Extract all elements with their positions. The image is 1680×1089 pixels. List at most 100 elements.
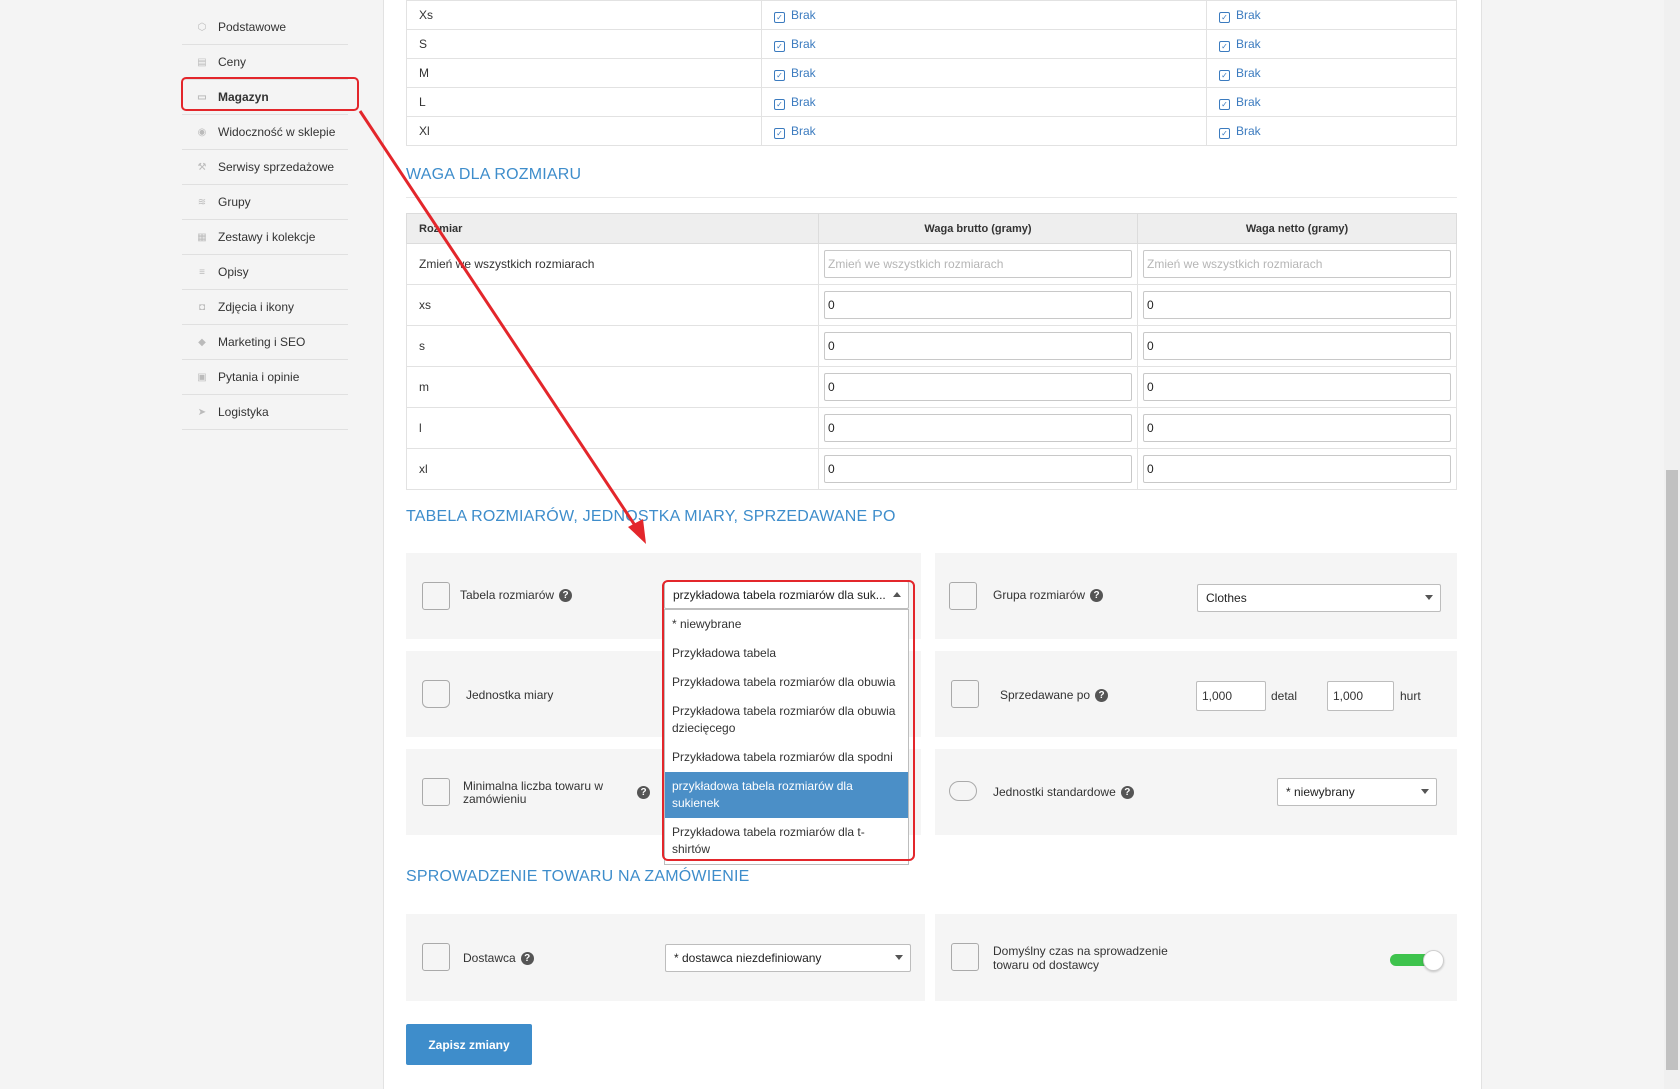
sidebar-item-zdjecia[interactable]: ◘ Zdjęcia i ikony — [182, 290, 348, 325]
status-text: Brak — [791, 66, 816, 80]
net-weight-input[interactable] — [1143, 373, 1451, 401]
availability-cell: ✓ Brak — [1206, 116, 1457, 146]
all-sizes-gross-input[interactable] — [824, 250, 1132, 278]
status-link[interactable]: ✓ Brak — [1219, 95, 1261, 110]
wholesale-input[interactable]: 1,000 — [1327, 681, 1394, 711]
status-link[interactable]: ✓ Brak — [1219, 124, 1261, 139]
sidebar-item-grupy[interactable]: ≋ Grupy — [182, 185, 348, 220]
eye-icon: ◉ — [197, 126, 207, 138]
supplier-label: Dostawca — [463, 951, 516, 965]
wholesale-label: hurt — [1400, 689, 1421, 703]
status-link[interactable]: ✓ Brak — [774, 95, 816, 110]
availability-cell: ✓ Brak — [761, 0, 1207, 30]
sidebar-item-widocznosc[interactable]: ◉ Widoczność w sklepie — [182, 115, 348, 150]
status-link[interactable]: ✓ Brak — [774, 8, 816, 23]
weight-section-title: WAGA DLA ROZMIARU — [406, 166, 582, 183]
chat-icon: ▣ — [197, 371, 207, 383]
status-link[interactable]: ✓ Brak — [1219, 8, 1261, 23]
sidebar-item-zestawy[interactable]: ▦ Zestawy i kolekcje — [182, 220, 348, 255]
status-text: Brak — [791, 95, 816, 109]
table-row: m — [406, 366, 1457, 408]
edit-check-icon: ✓ — [774, 70, 785, 81]
sidebar-item-serwisy[interactable]: ⚒ Serwisy sprzedażowe — [182, 150, 348, 185]
table-row: M ✓ Brak ✓ Brak — [406, 58, 1457, 88]
size-group-label: Grupa rozmiarów — [993, 588, 1086, 602]
sidebar-item-ceny[interactable]: ▤ Ceny — [182, 45, 348, 80]
status-link[interactable]: ✓ Brak — [774, 37, 816, 52]
help-icon[interactable]: ? — [520, 952, 534, 966]
text-icon: ≡ — [199, 266, 205, 278]
sidebar-item-marketing[interactable]: ◆ Marketing i SEO — [182, 325, 348, 360]
status-link[interactable]: ✓ Brak — [1219, 66, 1261, 81]
size-cell: m — [406, 366, 819, 408]
box-icon — [422, 943, 450, 971]
help-icon[interactable]: ? — [1120, 786, 1134, 800]
sidebar-item-logistyka[interactable]: ➤ Logistyka — [182, 395, 348, 430]
help-icon[interactable]: ? — [1095, 689, 1109, 703]
supplier-select-value: * dostawca niezdefiniowany — [674, 951, 822, 965]
send-icon: ➤ — [197, 406, 207, 418]
sidebar-item-label: Zdjęcia i ikony — [218, 300, 295, 314]
size-cell: xl — [406, 448, 819, 490]
chevron-down-icon — [895, 955, 903, 960]
std-units-select[interactable]: * niewybrany — [1277, 778, 1437, 806]
delivery-time-icon — [951, 943, 979, 971]
table-row: L ✓ Brak ✓ Brak — [406, 87, 1457, 117]
gross-weight-input[interactable] — [824, 373, 1132, 401]
import-section-title: SPROWADZENIE TOWARU NA ZAMÓWIENIE — [406, 868, 750, 885]
sidebar-item-label: Podstawowe — [218, 20, 287, 34]
net-weight-input[interactable] — [1143, 332, 1451, 360]
retail-input[interactable]: 1,000 — [1196, 681, 1266, 711]
help-icon[interactable]: ? — [1090, 589, 1104, 603]
min-qty-label: Minimalna liczba towaru w zamówieniu — [463, 779, 604, 806]
net-weight-input[interactable] — [1143, 455, 1451, 483]
status-text: Brak — [1236, 95, 1261, 109]
status-link[interactable]: ✓ Brak — [774, 124, 816, 139]
all-sizes-net-input[interactable] — [1143, 250, 1451, 278]
std-units-select-value: * niewybrany — [1286, 785, 1355, 799]
price-icon: ▤ — [197, 56, 207, 68]
dropdown-highlight-box — [662, 580, 915, 861]
sidebar-item-pytania[interactable]: ▣ Pytania i opinie — [182, 360, 348, 395]
sidebar-item-podstawowe[interactable]: ⬡ Podstawowe — [182, 10, 348, 45]
status-text: Brak — [1236, 37, 1261, 51]
status-text: Brak — [791, 8, 816, 22]
availability-cell: ✓ Brak — [1206, 58, 1457, 88]
sidebar-item-label: Grupy — [218, 195, 251, 209]
all-sizes-label: Zmień we wszystkich rozmiarach — [406, 243, 819, 285]
gross-weight-input[interactable] — [824, 414, 1132, 442]
sidebar: ⬡ Podstawowe ▤ Ceny ▭ Magazyn ◉ Widoczność w… — [182, 10, 348, 430]
default-time-toggle[interactable] — [1390, 950, 1444, 971]
gross-weight-input[interactable] — [824, 291, 1132, 319]
size-group-select[interactable]: Clothes — [1197, 584, 1441, 612]
sidebar-item-label: Zestawy i kolekcje — [218, 230, 316, 244]
size-cell: Xs — [406, 0, 762, 30]
cube-icon: ⬡ — [197, 21, 207, 33]
gross-weight-input[interactable] — [824, 332, 1132, 360]
status-text: Brak — [791, 124, 816, 138]
chevron-down-icon — [1425, 595, 1433, 600]
save-button[interactable]: Zapisz zmiany — [406, 1024, 532, 1065]
collection-icon: ▦ — [197, 231, 207, 243]
size-table-label: Tabela rozmiarów — [460, 588, 555, 602]
status-link[interactable]: ✓ Brak — [774, 66, 816, 81]
help-icon[interactable]: ? — [559, 589, 573, 603]
table-row: s — [406, 325, 1457, 367]
default-time-card: Domyślny czas na sprowadzenie towaru od … — [935, 914, 1457, 1001]
table-row: Xl ✓ Brak ✓ Brak — [406, 116, 1457, 146]
net-weight-input[interactable] — [1143, 414, 1451, 442]
retail-label: detal — [1271, 689, 1298, 703]
status-link[interactable]: ✓ Brak — [1219, 37, 1261, 52]
size-cell: S — [406, 29, 762, 59]
size-group-select-value: Clothes — [1206, 591, 1247, 605]
scrollbar-thumb[interactable] — [1666, 470, 1678, 1070]
order-form-icon — [422, 778, 450, 806]
sidebar-item-opisy[interactable]: ≡ Opisy — [182, 255, 348, 290]
sidebar-item-label: Ceny — [218, 55, 247, 69]
gross-weight-input[interactable] — [824, 455, 1132, 483]
help-icon[interactable]: ? — [637, 786, 650, 799]
net-weight-input[interactable] — [1143, 291, 1451, 319]
supplier-select[interactable]: * dostawca niezdefiniowany — [665, 944, 911, 972]
status-text: Brak — [1236, 8, 1261, 22]
status-text: Brak — [1236, 66, 1261, 80]
